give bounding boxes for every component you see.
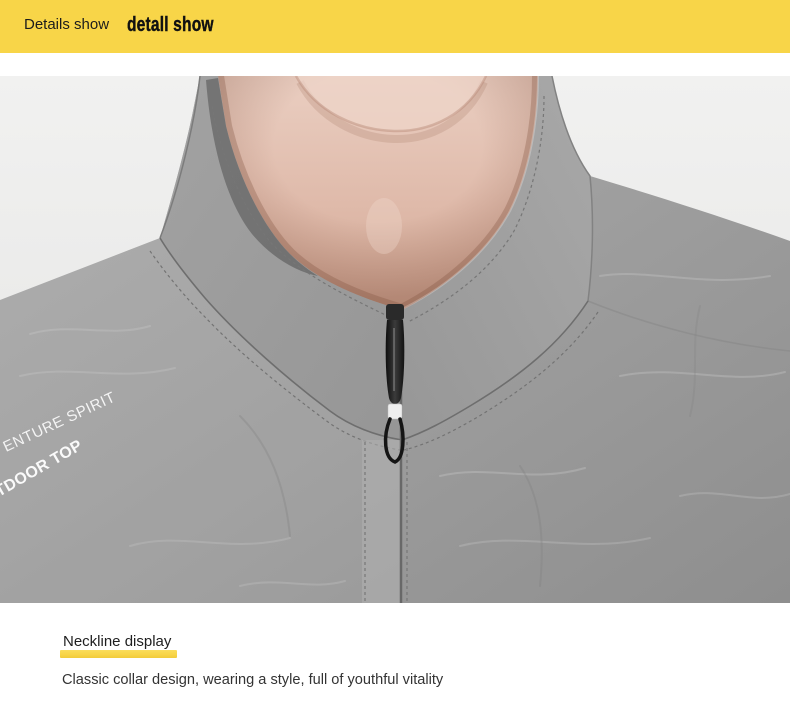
zipper-pull-band bbox=[387, 403, 403, 420]
zipper-tape bbox=[362, 440, 400, 603]
header-banner: Details show detall show bbox=[0, 0, 790, 53]
product-photo: ENTURE SPIRIT TDOOR TOP bbox=[0, 76, 790, 603]
header-title: Details show bbox=[24, 16, 110, 33]
caption-highlight bbox=[60, 650, 177, 658]
caption-title: Neckline display bbox=[63, 633, 172, 650]
adams-apple-highlight bbox=[366, 198, 402, 254]
header-subtitle: detall show bbox=[127, 14, 214, 36]
caption-description: Classic collar design, wearing a style, … bbox=[62, 672, 444, 688]
zipper-slider bbox=[386, 304, 404, 320]
